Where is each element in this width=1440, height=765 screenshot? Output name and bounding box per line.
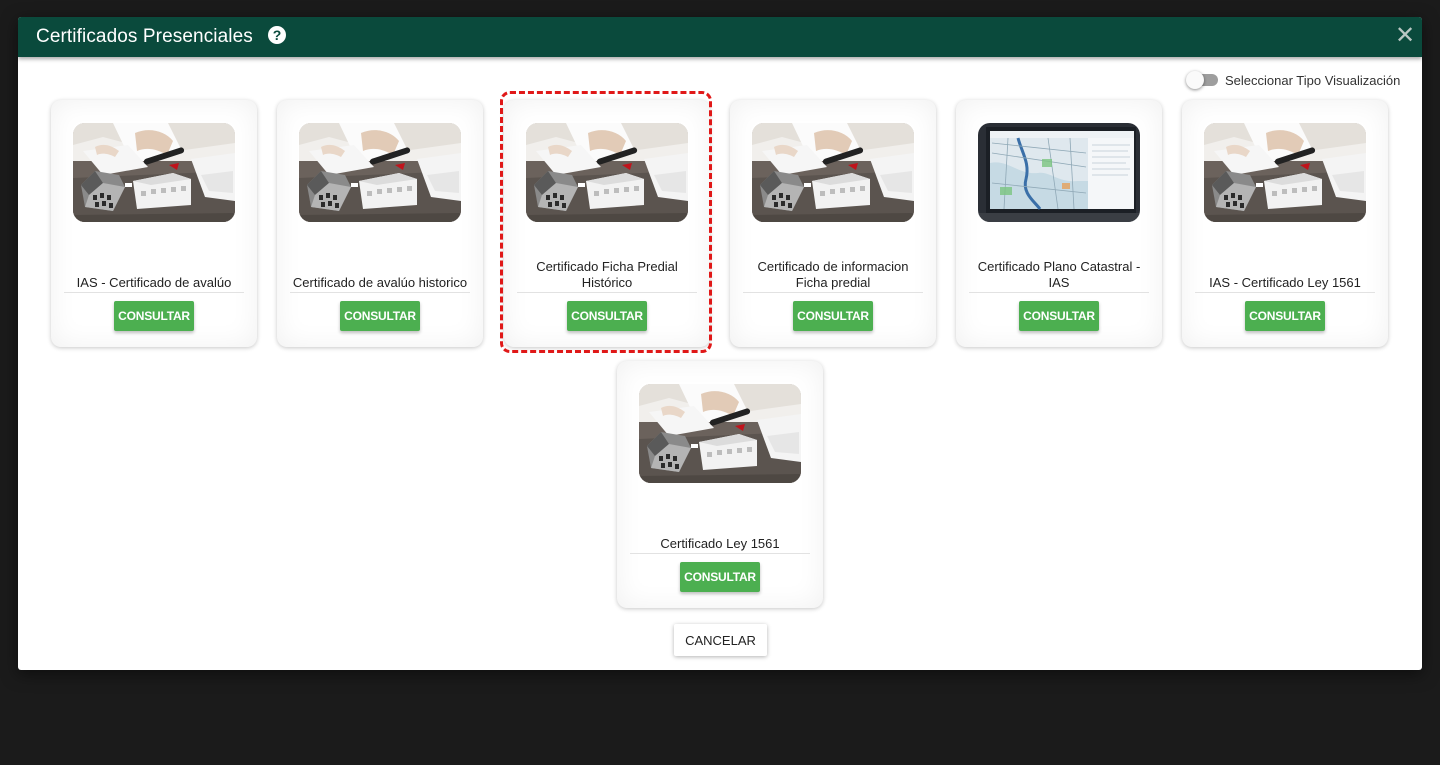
card-divider [743,292,923,293]
card-title: Certificado Ficha Predial Histórico [536,259,678,290]
certificate-card-ias-ley-1561: IAS - Certificado Ley 1561 CONSULTAR [1182,100,1388,347]
close-icon[interactable]: ✕ [1394,24,1416,48]
consultar-button[interactable]: CONSULTAR [793,301,873,331]
certificados-dialog: Certificados Presenciales ? ✕ Selecciona… [18,17,1422,670]
card-divider [969,292,1149,293]
toggle-knob[interactable] [1186,71,1204,89]
laptop-map-image [978,123,1140,222]
card-image [1204,123,1366,222]
card-title: Certificado Plano Catastral - IAS [977,259,1141,290]
card-title: IAS - Certificado de avalúo [76,275,232,290]
houses-documents-image [752,123,914,222]
card-divider [1195,292,1375,293]
card-title: IAS - Certificado Ley 1561 [1209,275,1361,290]
certificate-card-ias-avaluo: IAS - Certificado de avalúo CONSULTAR [51,100,257,347]
consultar-button[interactable]: CONSULTAR [680,562,760,592]
card-divider [630,553,810,554]
consultar-button[interactable]: CONSULTAR [1245,301,1325,331]
consultar-button[interactable]: CONSULTAR [1019,301,1099,331]
certificate-card-plano-catastral: Certificado Plano Catastral - IAS CONSUL… [956,100,1162,347]
card-divider [290,292,470,293]
card-title: Certificado de informacion Ficha predial [757,259,909,290]
card-image [752,123,914,222]
card-image [299,123,461,222]
houses-documents-image [526,123,688,222]
houses-documents-image [73,123,235,222]
card-image [978,123,1140,222]
consultar-button[interactable]: CONSULTAR [340,301,420,331]
certificate-card-ficha-predial-historico: Certificado Ficha Predial Histórico CONS… [504,100,710,347]
card-divider [64,292,244,293]
certificate-card-ley-1561: Certificado Ley 1561 CONSULTAR [617,361,823,608]
houses-documents-image [299,123,461,222]
houses-documents-image [639,384,801,483]
dialog-title: Certificados Presenciales [36,26,253,47]
card-divider [517,292,697,293]
consultar-button[interactable]: CONSULTAR [567,301,647,331]
card-title: Certificado de avalúo historico [292,275,468,290]
help-icon[interactable]: ? [268,26,286,44]
cancel-button[interactable]: CANCELAR [674,624,767,656]
card-image [526,123,688,222]
certificate-card-avaluo-historico: Certificado de avalúo historico CONSULTA… [277,100,483,347]
houses-documents-image [1204,123,1366,222]
consultar-button[interactable]: CONSULTAR [114,301,194,331]
certificate-card-informacion-ficha-predial: Certificado de informacion Ficha predial… [730,100,936,347]
toggle-label: Seleccionar Tipo Visualización [1225,73,1401,88]
card-title: Certificado Ley 1561 [660,536,780,551]
dialog-header: Certificados Presenciales ? ✕ [18,17,1422,57]
card-image [73,123,235,222]
card-image [639,384,801,483]
